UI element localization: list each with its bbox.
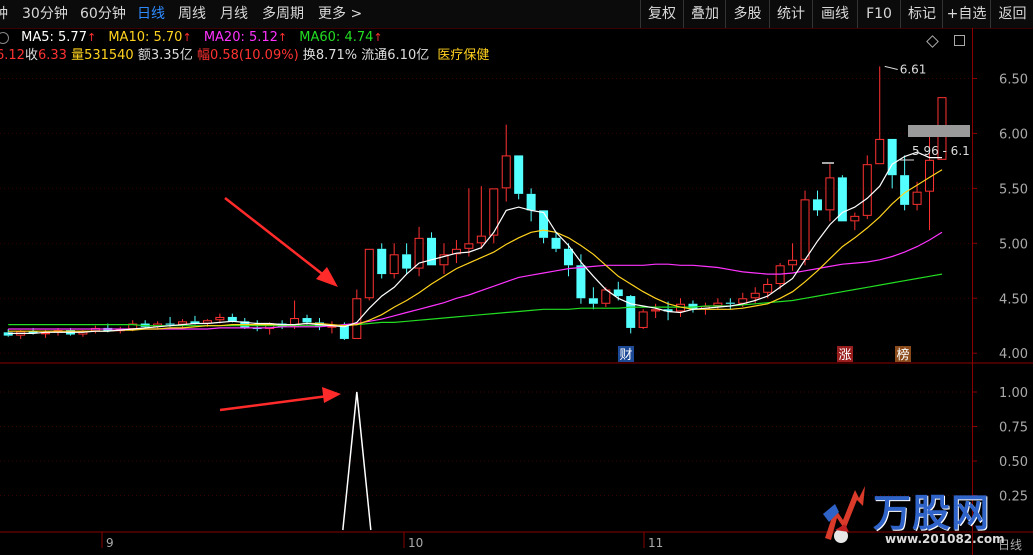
ma-lines-layer xyxy=(8,151,943,334)
candle-body-down xyxy=(725,302,735,304)
ma5-line xyxy=(8,151,942,334)
candle-body-down xyxy=(402,254,412,269)
price-tick-label: 4.00 xyxy=(999,347,1028,362)
watermark-brand: 万股网 xyxy=(873,491,991,535)
red-arrow-lower-head xyxy=(322,387,341,403)
x-tick-label: 9 xyxy=(106,536,114,550)
candle-body-up xyxy=(788,259,798,266)
watermark-url: www.201082.com xyxy=(885,532,1005,546)
candle-body-up xyxy=(638,311,648,328)
red-arrow-lower xyxy=(219,394,329,412)
price-tick-label: 4.50 xyxy=(999,292,1028,307)
candle-body-down xyxy=(613,289,623,297)
candle-body-up xyxy=(750,292,760,299)
range-label: 5.96 - 6.1 xyxy=(912,144,970,158)
x-tick-label: 11 xyxy=(648,536,663,550)
price-tag xyxy=(908,125,970,137)
indicator-tick-label: 1.00 xyxy=(999,386,1028,401)
candle-body-up xyxy=(862,164,872,216)
candle-body-up xyxy=(476,235,486,244)
red-arrow-upper xyxy=(224,197,331,281)
candle-body-down xyxy=(339,325,349,339)
candles-layer xyxy=(3,66,947,341)
candle-body-down xyxy=(900,175,910,205)
indicator-tick-label: 0.50 xyxy=(999,455,1028,470)
candle-body-up xyxy=(389,254,399,275)
candle-body-up xyxy=(501,155,511,189)
candle-body-down xyxy=(514,155,524,194)
candle-body-down xyxy=(227,316,237,322)
high-pointer xyxy=(884,65,898,70)
candle-body-up xyxy=(912,191,922,205)
candle-body-down xyxy=(165,323,175,325)
candle-body-up xyxy=(464,243,474,249)
high-label: 6.61 xyxy=(900,62,927,76)
candle-body-up xyxy=(713,302,723,306)
price-tick-label: 5.00 xyxy=(999,237,1028,252)
event-marker-label: 财 xyxy=(619,348,632,363)
candle-body-down xyxy=(526,193,536,211)
bull-logo-icon xyxy=(823,486,865,543)
candle-body-down xyxy=(302,318,312,323)
candle-body-down xyxy=(588,298,598,304)
event-marker-label: 榜 xyxy=(896,347,909,363)
candle-body-down xyxy=(539,210,549,238)
red-arrow-upper-head xyxy=(316,267,338,287)
candle-body-down xyxy=(551,237,561,249)
candle-body-up xyxy=(825,177,835,211)
candle-body-down xyxy=(626,296,636,328)
candle-body-up xyxy=(364,248,374,299)
event-marker-label: 涨 xyxy=(838,348,851,363)
price-tick-label: 6.00 xyxy=(999,127,1028,142)
price-tick-label: 5.50 xyxy=(999,182,1028,197)
candle-body-down xyxy=(563,248,573,266)
price-tick-label: 6.50 xyxy=(999,72,1028,87)
indicator-tick-label: 0.75 xyxy=(999,421,1028,436)
candle-body-up xyxy=(850,215,860,222)
x-tick-label: 10 xyxy=(408,536,423,550)
ma20-line xyxy=(8,231,943,330)
candle-body-down xyxy=(812,199,822,211)
watermark: 万股网 www.201082.com xyxy=(815,470,1033,555)
candle-body-up xyxy=(800,199,810,260)
candle-body-down xyxy=(377,248,387,275)
candle-body-up xyxy=(651,309,661,312)
candle-body-up xyxy=(215,316,225,321)
candle-body-up xyxy=(763,283,773,293)
candle-body-up xyxy=(875,138,885,165)
candle-body-down xyxy=(576,265,586,299)
ma60-line xyxy=(8,273,943,327)
